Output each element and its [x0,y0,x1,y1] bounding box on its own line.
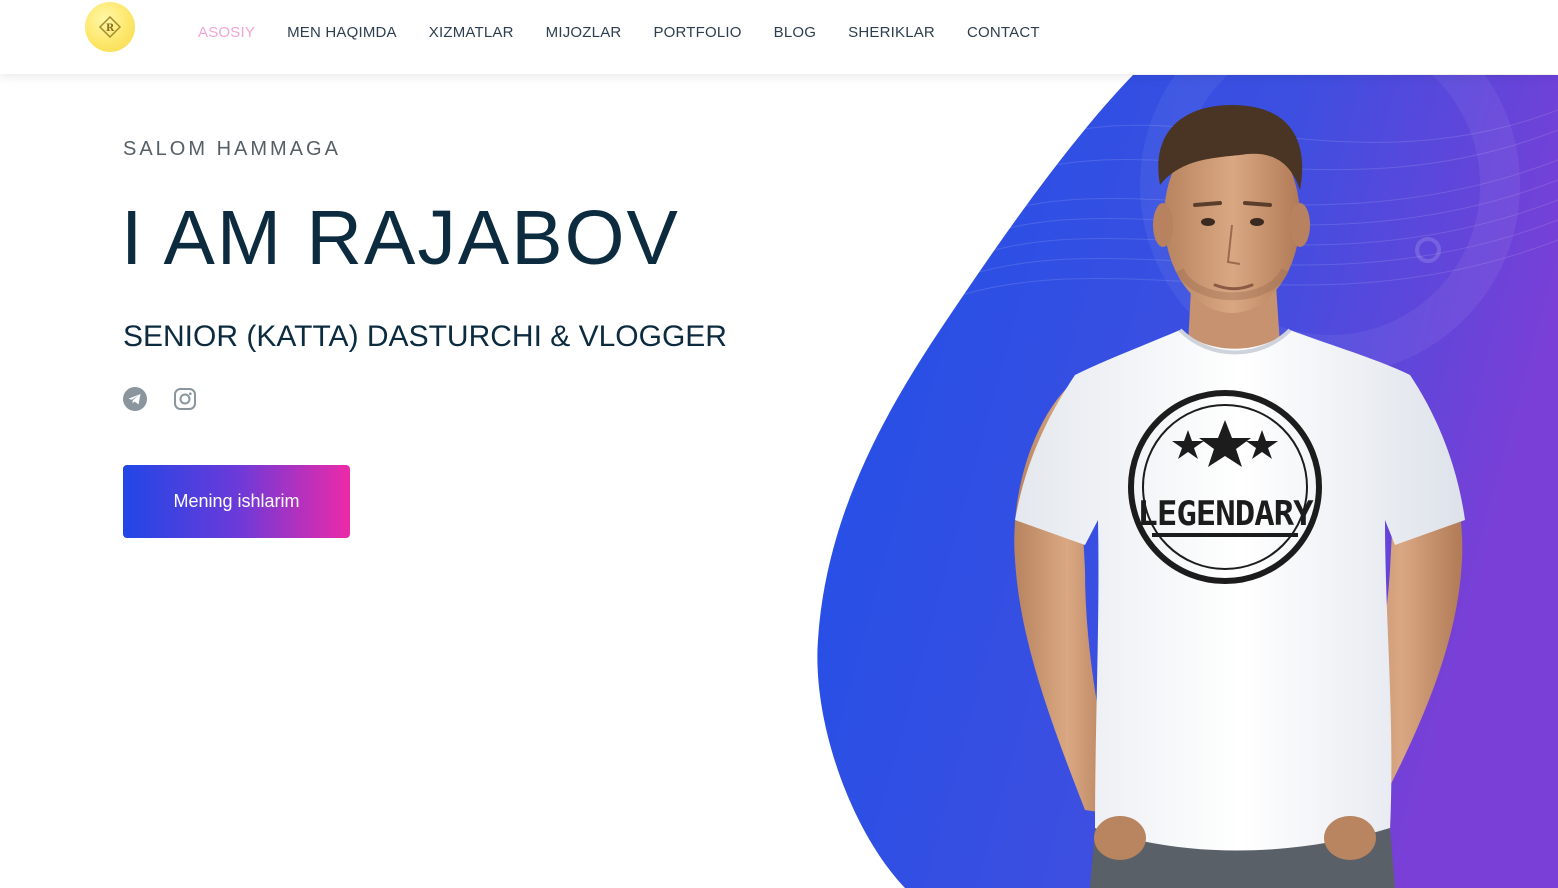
nav-item-mijozlar[interactable]: MIJOZLAR [546,24,622,41]
page: LEGENDARY R ASOSIY MEN HAQIMDA XIZMATLAR… [0,0,1558,888]
tshirt-text: LEGENDARY [1137,494,1314,534]
instagram-icon[interactable] [173,387,197,411]
hero-title: I AM RAJABOV [121,195,680,281]
telegram-icon[interactable] [123,387,147,411]
social-links [123,387,197,411]
brand-logo-icon[interactable]: R [85,2,135,52]
hero-art: LEGENDARY [817,0,1558,888]
nav-item-xizmatlar[interactable]: XIZMATLAR [429,24,514,41]
main-nav: ASOSIY MEN HAQIMDA XIZMATLAR MIJOZLAR PO… [198,0,1072,64]
nav-item-blog[interactable]: BLOG [774,24,816,41]
nav-item-asosiy[interactable]: ASOSIY [198,24,255,41]
site-header: R ASOSIY MEN HAQIMDA XIZMATLAR MIJOZLAR … [0,0,1558,74]
nav-item-men-haqimda[interactable]: MEN HAQIMDA [287,24,397,41]
hero-subtitle: SENIOR (KATTA) DASTURCHI & VLOGGER [123,320,727,353]
nav-item-portfolio[interactable]: PORTFOLIO [653,24,741,41]
hero-greeting: SALOM HAMMAGA [123,138,341,160]
svg-text:R: R [106,23,115,34]
nav-item-sheriklar[interactable]: SHERIKLAR [848,24,935,41]
nav-item-contact[interactable]: CONTACT [967,24,1040,41]
my-works-button[interactable]: Mening ishlarim [123,465,350,538]
